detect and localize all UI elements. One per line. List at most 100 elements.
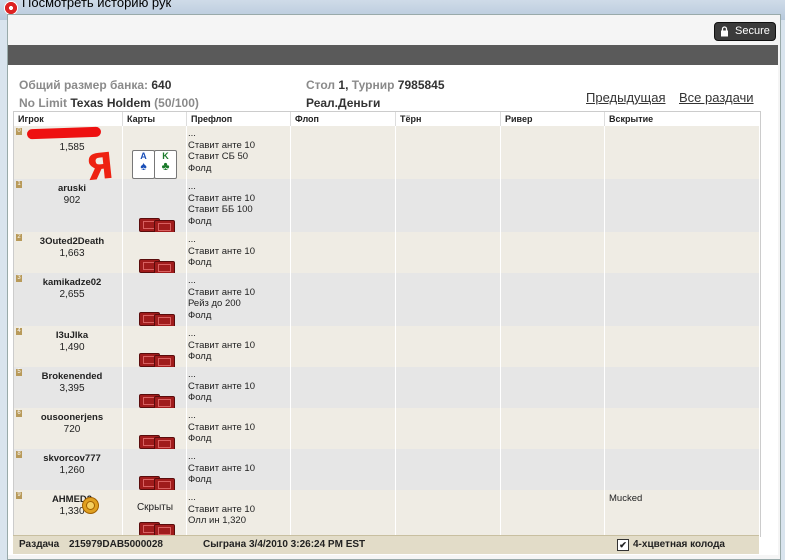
col-river: Ривер <box>501 112 605 126</box>
preflop-action: ... <box>188 275 196 286</box>
preflop-action: Ставит анте 10 <box>188 380 255 392</box>
table-cell <box>291 449 396 490</box>
table-cell <box>501 126 605 179</box>
preflop-action: ... <box>188 328 196 339</box>
table-cell <box>291 326 396 367</box>
tournament-label: Турнир <box>351 78 395 92</box>
tournament-value: 7985845 <box>397 78 445 92</box>
preflop-action: Ставит анте 10 <box>188 286 255 298</box>
player-row: 5 Brokenended 3,395... Ставит анте 10 Фолд <box>14 367 760 410</box>
table-cell <box>291 179 396 232</box>
showdown-result: Mucked <box>609 493 643 504</box>
table-cell <box>396 273 501 326</box>
table-cell <box>396 232 501 273</box>
player-row: 3 kamikadze02 2,655... Ставит анте 10 Рейз д… <box>14 273 760 328</box>
table-cell <box>501 326 605 367</box>
king-clubs-card-icon: K ♣ <box>154 150 177 179</box>
table-cell <box>291 232 396 273</box>
preflop-action: Ставит анте 10 <box>188 245 255 257</box>
dealer-button-icon <box>82 497 99 514</box>
preflop-action: ... <box>188 410 196 421</box>
preflop-action: Ставит СБ 50 <box>188 151 249 162</box>
preflop-action: Ставит анте 10 <box>188 139 255 151</box>
previous-hand-link[interactable]: Предыдущая <box>586 90 666 105</box>
player-chips: 1,663 <box>59 248 85 259</box>
table-cell <box>501 449 605 490</box>
col-player: Игрок <box>14 112 123 126</box>
table-cell <box>291 490 396 536</box>
table-cell <box>501 490 605 536</box>
col-flop: Флоп <box>291 112 396 126</box>
table-cell <box>605 273 760 326</box>
window-title: Посмотреть историю рук <box>22 0 172 10</box>
hand-label: Раздача <box>19 539 60 550</box>
player-name: AHMED2 <box>51 494 93 505</box>
preflop-action: ... <box>188 128 196 139</box>
ace-spades-card-icon: A ♠ <box>132 150 155 179</box>
table-cell <box>291 126 396 179</box>
player-row: 6 ousoonerjens 720... Ставит анте 10 Фолд <box>14 408 760 451</box>
pot-size: Общий размер банка: 640 <box>19 78 171 92</box>
preflop-action: Фолд <box>188 257 212 268</box>
handwritten-annotation: Я <box>83 145 116 190</box>
col-cards: Карты <box>123 112 187 126</box>
player-name: skvorcov777 <box>43 453 101 464</box>
game-limit: No Limit <box>19 96 67 110</box>
all-hands-link[interactable]: Все раздачи <box>679 90 754 105</box>
hand-history-table: Игрок Карты Префлоп Флоп Тёрн Ривер Вскр… <box>13 111 761 538</box>
app-logo-icon <box>4 1 18 15</box>
four-color-deck-label: 4-хцветная колода <box>633 539 725 550</box>
preflop-action: ... <box>188 181 196 192</box>
table-cell <box>291 367 396 408</box>
preflop-action: ... <box>188 369 196 380</box>
table-cell <box>396 126 501 179</box>
preflop-action: Фолд <box>188 392 212 403</box>
preflop-action: Ставит анте 10 <box>188 192 255 204</box>
preflop-action: ... <box>188 451 196 462</box>
player-chips: 902 <box>63 195 81 206</box>
table-label: Стол <box>306 78 336 92</box>
table-cell <box>605 449 760 490</box>
table-header: Игрок Карты Префлоп Флоп Тёрн Ривер Вскр… <box>14 112 760 127</box>
table-cell <box>501 273 605 326</box>
pot-label: Общий размер банка: <box>19 78 148 92</box>
player-row: 0 1,585 A ♠ K ♣... Ставит анте 10 Ставит СБ 50 Ф… <box>14 126 760 180</box>
table-cell <box>291 273 396 326</box>
money-type: Реал.Деньги <box>306 96 381 110</box>
secure-badge: Secure <box>714 22 776 41</box>
secure-label: Secure <box>735 25 770 37</box>
preflop-action: Фолд <box>188 474 212 485</box>
table-cell <box>605 408 760 449</box>
hand-id: 215979DAB5000028 <box>69 539 163 550</box>
table-cell <box>396 367 501 408</box>
preflop-action: ... <box>188 234 196 245</box>
player-chips: 3,395 <box>59 383 85 394</box>
preflop-action: Фолд <box>188 162 212 174</box>
player-row: 4 I3uJIka 1,490... Ставит анте 10 Фолд <box>14 326 760 369</box>
game-info: No Limit Texas Holdem (50/100) <box>19 96 199 110</box>
table-cell <box>501 367 605 408</box>
player-row: 9 AHMED2 1,330 Скрыты... Ставит анте 10 Олл и… <box>14 490 760 538</box>
table-cell <box>291 408 396 449</box>
preflop-action: Рейз до 200 <box>188 298 241 309</box>
preflop-action: Ставит ББ 100 <box>188 204 253 215</box>
player-name: ousoonerjens <box>40 412 104 423</box>
table-cell <box>396 179 501 232</box>
table-cell <box>396 408 501 449</box>
table-cell <box>605 179 760 232</box>
table-cell <box>605 232 760 273</box>
table-cell <box>396 449 501 490</box>
table-cell <box>501 408 605 449</box>
table-cell <box>605 326 760 367</box>
player-name: I3uJIka <box>55 330 89 341</box>
table-cell <box>501 179 605 232</box>
preflop-action: Фолд <box>188 351 212 362</box>
played-time: Сыграна 3/4/2010 3:26:24 PM EST <box>203 539 366 550</box>
table-cell <box>605 126 760 179</box>
four-color-deck-checkbox[interactable]: ✔ <box>617 539 629 551</box>
preflop-action: Ставит анте 10 <box>188 503 255 515</box>
player-chips: 1,490 <box>59 342 85 353</box>
player-chips: 720 <box>63 424 81 435</box>
col-preflop: Префлоп <box>187 112 291 126</box>
table-cell <box>501 232 605 273</box>
